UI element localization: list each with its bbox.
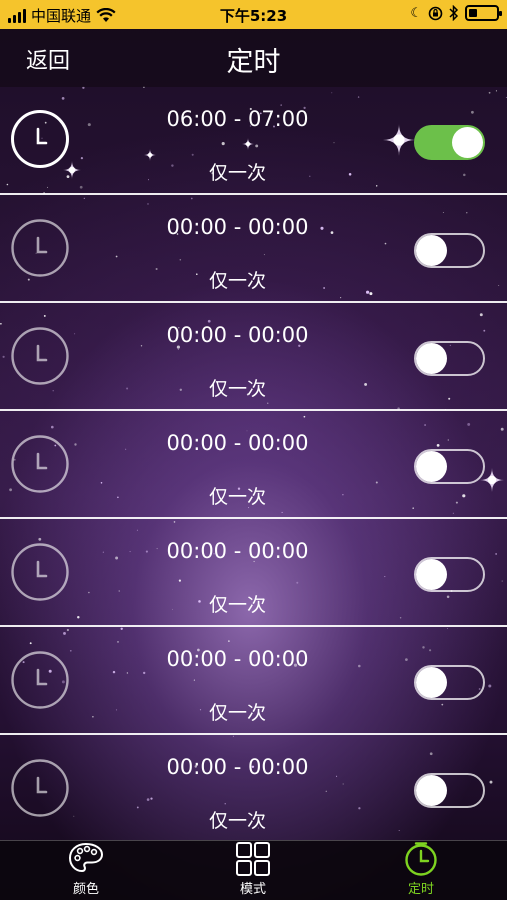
palette-icon xyxy=(68,842,104,873)
timer-toggle[interactable] xyxy=(414,125,485,160)
battery-level xyxy=(469,9,477,17)
tab-label: 定时 xyxy=(407,882,434,897)
timer-time-range: 06:00 - 07:00 xyxy=(166,107,309,131)
tab-timer[interactable]: 定时 xyxy=(376,841,466,900)
timer-repeat-label: 仅一次 xyxy=(208,270,266,292)
timer-time-range: 00:00 - 00:00 xyxy=(166,647,309,671)
toggle-knob xyxy=(452,127,483,158)
toggle-knob xyxy=(416,775,447,806)
timer-time-range: 00:00 - 00:00 xyxy=(166,323,309,347)
timer-time-range: 00:00 - 00:00 xyxy=(166,431,309,455)
nav-bar: 返回 定时 xyxy=(0,29,507,87)
bluetooth-icon xyxy=(449,5,459,21)
timer-repeat-label: 仅一次 xyxy=(208,378,266,400)
tab-label: 模式 xyxy=(239,882,266,897)
toggle-knob xyxy=(416,343,447,374)
page-title: 定时 xyxy=(226,47,281,78)
timer-toggle[interactable] xyxy=(414,665,485,700)
timer-time-range: 00:00 - 00:00 xyxy=(166,215,309,239)
grid-icon xyxy=(236,842,270,876)
battery-icon xyxy=(465,5,502,21)
tab-mode[interactable]: 模式 xyxy=(208,841,298,900)
timer-toggle[interactable] xyxy=(414,341,485,376)
rotation-lock-icon xyxy=(428,6,443,20)
timer-time-range: 00:00 - 00:00 xyxy=(166,539,309,563)
timer-toggle[interactable] xyxy=(414,449,485,484)
toggle-knob xyxy=(416,235,447,266)
timer-repeat-label: 仅一次 xyxy=(208,702,266,724)
timer-toggle[interactable] xyxy=(414,773,485,808)
timer-toggle[interactable] xyxy=(414,557,485,592)
tab-bar: 颜色 模式 定时 xyxy=(0,840,507,900)
timer-list: 06:00 - 07:00 仅一次 00:00 - 00:00 仅一次 00:0… xyxy=(0,87,507,843)
tab-label: 颜色 xyxy=(72,882,99,897)
timer-time-range: 00:00 - 00:00 xyxy=(166,755,309,779)
timer-row[interactable]: 00:00 - 00:00 仅一次 xyxy=(0,303,507,411)
timer-row[interactable]: 00:00 - 00:00 仅一次 xyxy=(0,627,507,735)
timer-row[interactable]: 00:00 - 00:00 仅一次 xyxy=(0,195,507,303)
timer-row[interactable]: 00:00 - 00:00 仅一次 xyxy=(0,735,507,843)
toggle-knob xyxy=(416,559,447,590)
timer-repeat-label: 仅一次 xyxy=(208,162,266,184)
timer-icon xyxy=(405,842,437,876)
status-bar: 中国联通 下午5:23 ☾ xyxy=(0,0,507,29)
timer-row[interactable]: 06:00 - 07:00 仅一次 xyxy=(0,87,507,195)
toggle-knob xyxy=(416,451,447,482)
timer-row[interactable]: 00:00 - 00:00 仅一次 xyxy=(0,519,507,627)
toggle-knob xyxy=(416,667,447,698)
timer-repeat-label: 仅一次 xyxy=(208,810,266,832)
timer-toggle[interactable] xyxy=(414,233,485,268)
timer-repeat-label: 仅一次 xyxy=(208,486,266,508)
timer-row[interactable]: 00:00 - 00:00 仅一次 xyxy=(0,411,507,519)
tab-color[interactable]: 颜色 xyxy=(41,841,131,900)
timer-repeat-label: 仅一次 xyxy=(208,594,266,616)
moon-icon: ☾ xyxy=(410,5,422,21)
